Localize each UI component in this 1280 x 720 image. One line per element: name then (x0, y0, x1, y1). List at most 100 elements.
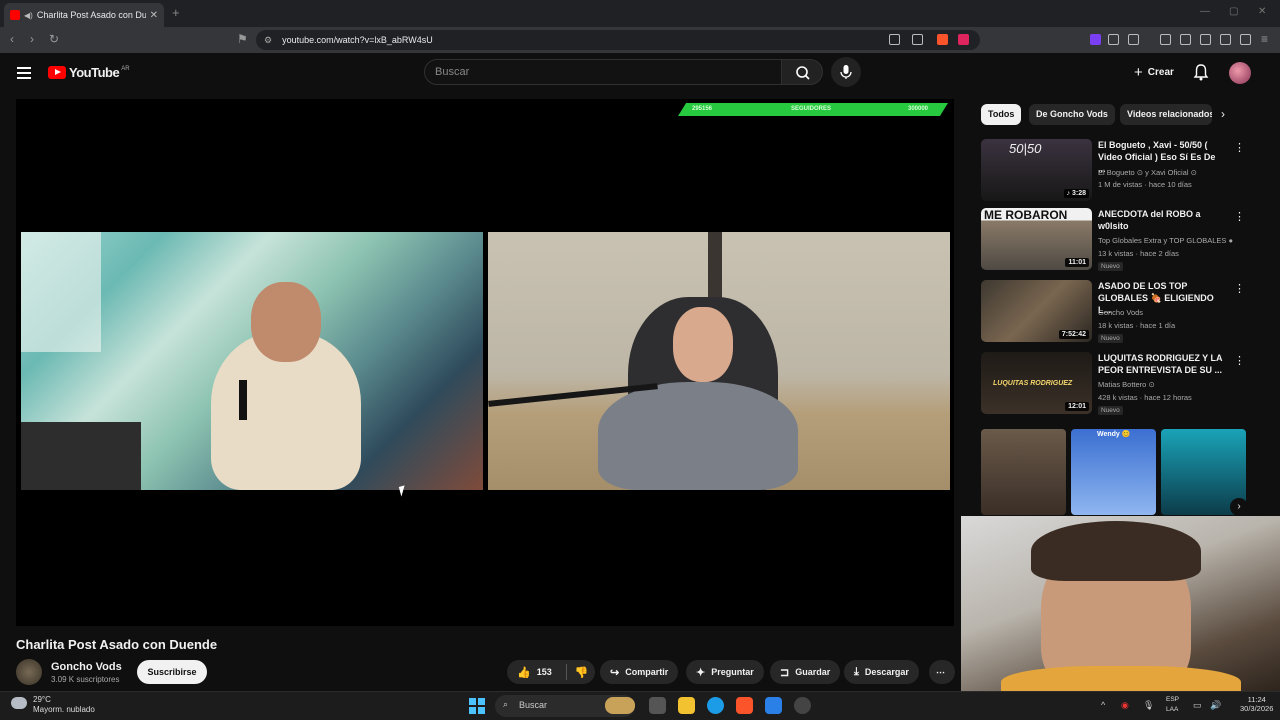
shield-icon[interactable] (1240, 34, 1251, 45)
hamburger-menu-icon[interactable] (17, 67, 31, 79)
weather-temperature[interactable]: 29°C (33, 695, 51, 704)
brave-shields-icon[interactable] (937, 34, 948, 45)
download-button[interactable]: ⤓ Descargar (844, 660, 919, 684)
save-label: Guardar (795, 667, 831, 677)
like-icon[interactable]: 👍 (517, 666, 531, 679)
maximize-icon[interactable]: ▢ (1229, 6, 1238, 17)
recommendation-channel[interactable]: Top Globales Extra y TOP GLOBALES ● (1098, 236, 1238, 245)
cloud-icon[interactable] (11, 697, 27, 709)
chip-todos[interactable]: Todos (981, 104, 1022, 125)
audio-playing-icon[interactable]: ◀) (24, 11, 33, 20)
minimize-icon[interactable]: — (1200, 6, 1210, 17)
sidebar-icon[interactable] (1180, 34, 1191, 45)
leo-ai-icon[interactable] (1220, 34, 1231, 45)
bookmark-icon[interactable]: ⚑ (237, 32, 248, 46)
cast-icon[interactable] (889, 34, 900, 45)
recommendation-title[interactable]: ANECDOTA del ROBO a w0lsito (1098, 208, 1223, 232)
sparkle-icon: ✦ (696, 666, 706, 679)
weather-description[interactable]: Mayorm. nublado (33, 705, 95, 714)
task-view-icon[interactable] (649, 697, 666, 714)
more-vert-icon[interactable]: ⋮ (1234, 210, 1245, 223)
chip-de-goncho-vods[interactable]: De Goncho Vods (1029, 104, 1115, 125)
more-actions-button[interactable]: ⋯ (929, 660, 955, 684)
brave-rewards-icon[interactable] (958, 34, 969, 45)
tabs-icon[interactable] (1200, 34, 1211, 45)
youtube-logo[interactable]: YouTube AR (48, 65, 130, 80)
vpn-icon[interactable] (1090, 34, 1101, 45)
back-icon[interactable]: ‹ (10, 32, 14, 46)
new-tab-button[interactable]: + (172, 5, 180, 20)
system-clock[interactable]: 11:24 30/3/2026 (1240, 695, 1273, 713)
share-page-icon[interactable] (912, 34, 923, 45)
user-avatar[interactable] (1229, 62, 1251, 84)
subscribe-button[interactable]: Suscribirse (137, 660, 207, 684)
share-button[interactable]: ↪ Compartir (600, 660, 679, 684)
news-widget-icon[interactable] (605, 697, 635, 714)
close-window-icon[interactable]: ✕ (1258, 6, 1266, 17)
chip-videos-relacionados[interactable]: Videos relacionados (1120, 104, 1212, 125)
short-thumbnail[interactable] (981, 429, 1066, 515)
short-thumbnail[interactable]: Wendy 😊 (1071, 429, 1156, 515)
streamer-camera-left (21, 232, 483, 490)
recommendation-item[interactable]: 50|50 ♪ 3:28 El Bogueto , Xavi - 50/50 (… (981, 139, 1246, 205)
save-button[interactable]: ⊐ Guardar (770, 660, 841, 684)
video-thumbnail[interactable]: LUQUITAS RODRIGUEZ 12:01 (981, 352, 1092, 414)
recommendation-item[interactable]: 7:52:42 ASADO DE LOS TOP GLOBALES 🍖 ELIG… (981, 280, 1246, 346)
video-thumbnail[interactable]: 7:52:42 (981, 280, 1092, 342)
create-button[interactable]: + Crear (1126, 59, 1182, 85)
youtube-play-icon (48, 66, 66, 79)
followers-label: SEGUIDORES (791, 106, 832, 112)
ask-button[interactable]: ✦ Preguntar (686, 660, 764, 684)
windows-start-icon[interactable] (469, 698, 485, 714)
network-icon[interactable]: ▭ (1193, 700, 1202, 711)
tray-app-icon[interactable]: ◉ (1121, 700, 1129, 711)
recommendation-item[interactable]: LUQUITAS RODRIGUEZ 12:01 LUQUITAS RODRIG… (981, 352, 1246, 418)
shorts-next-icon[interactable]: › (1230, 498, 1248, 516)
store-icon[interactable] (765, 697, 782, 714)
wallet-icon[interactable] (1128, 34, 1139, 45)
recommendation-channel[interactable]: Matias Bottero ⊙ (1098, 380, 1238, 389)
notifications-bell-icon[interactable] (1192, 63, 1210, 81)
recommendation-channel[interactable]: El Bogueto ⊙ y Xavi Oficial ⊙ (1098, 168, 1238, 177)
browser-tab[interactable]: ◀) Charlita Post Asado con Duen ✕ (4, 3, 164, 27)
channel-avatar[interactable] (16, 659, 42, 685)
edge-icon[interactable] (707, 697, 724, 714)
video-thumbnail[interactable]: 50|50 ♪ 3:28 (981, 139, 1092, 201)
tray-mic-icon[interactable]: 🎙 (1143, 700, 1154, 711)
recommendation-title[interactable]: LUQUITAS RODRIGUEZ Y LA PEOR ENTREVISTA … (1098, 352, 1223, 376)
address-bar[interactable]: ⚙ youtube.com/watch?v=lxB_abRW4sU (256, 30, 980, 50)
more-vert-icon[interactable]: ⋮ (1234, 282, 1245, 295)
search-button[interactable] (781, 59, 823, 85)
channel-name[interactable]: Goncho Vods (51, 661, 122, 673)
input-layout[interactable]: LAA (1166, 706, 1178, 713)
search-input[interactable]: Buscar (424, 59, 782, 85)
video-thumbnail[interactable]: ME ROBARON 11:01 (981, 208, 1092, 270)
video-player[interactable]: 295156 SEGUIDORES 300000 (16, 99, 954, 626)
youtube-favicon-icon (10, 10, 20, 20)
create-label: Crear (1147, 66, 1174, 78)
dislike-icon[interactable]: 👎 (575, 666, 589, 679)
more-vert-icon[interactable]: ⋮ (1234, 354, 1245, 367)
brave-icon[interactable] (736, 697, 753, 714)
media-icon[interactable] (1160, 34, 1171, 45)
tray-overflow-icon[interactable]: ^ (1101, 700, 1105, 710)
like-count[interactable]: 153 (537, 667, 552, 677)
volume-icon[interactable]: 🔊 (1210, 700, 1221, 711)
more-vert-icon[interactable]: ⋮ (1234, 141, 1245, 154)
file-explorer-icon[interactable] (678, 697, 695, 714)
recommendation-item[interactable]: ME ROBARON 11:01 ANECDOTA del ROBO a w0l… (981, 208, 1246, 274)
reload-icon[interactable]: ↻ (49, 32, 59, 46)
recommendation-channel[interactable]: Goncho Vods (1098, 308, 1238, 317)
input-language[interactable]: ESP (1166, 696, 1179, 703)
menu-icon[interactable]: ≡ (1261, 32, 1268, 46)
voice-search-button[interactable] (831, 57, 861, 87)
settings-gear-icon[interactable] (794, 697, 811, 714)
save-bookmark-icon: ⊐ (780, 666, 790, 679)
shorts-shelf: Wendy 😊 (981, 429, 1246, 515)
site-info-icon[interactable]: ⚙ (264, 35, 272, 46)
download-icon: ⤓ (854, 665, 859, 678)
forward-icon[interactable]: › (30, 32, 34, 46)
extensions-icon[interactable] (1108, 34, 1119, 45)
chips-next-icon[interactable]: › (1221, 107, 1225, 121)
tab-close-icon[interactable]: ✕ (150, 10, 158, 21)
